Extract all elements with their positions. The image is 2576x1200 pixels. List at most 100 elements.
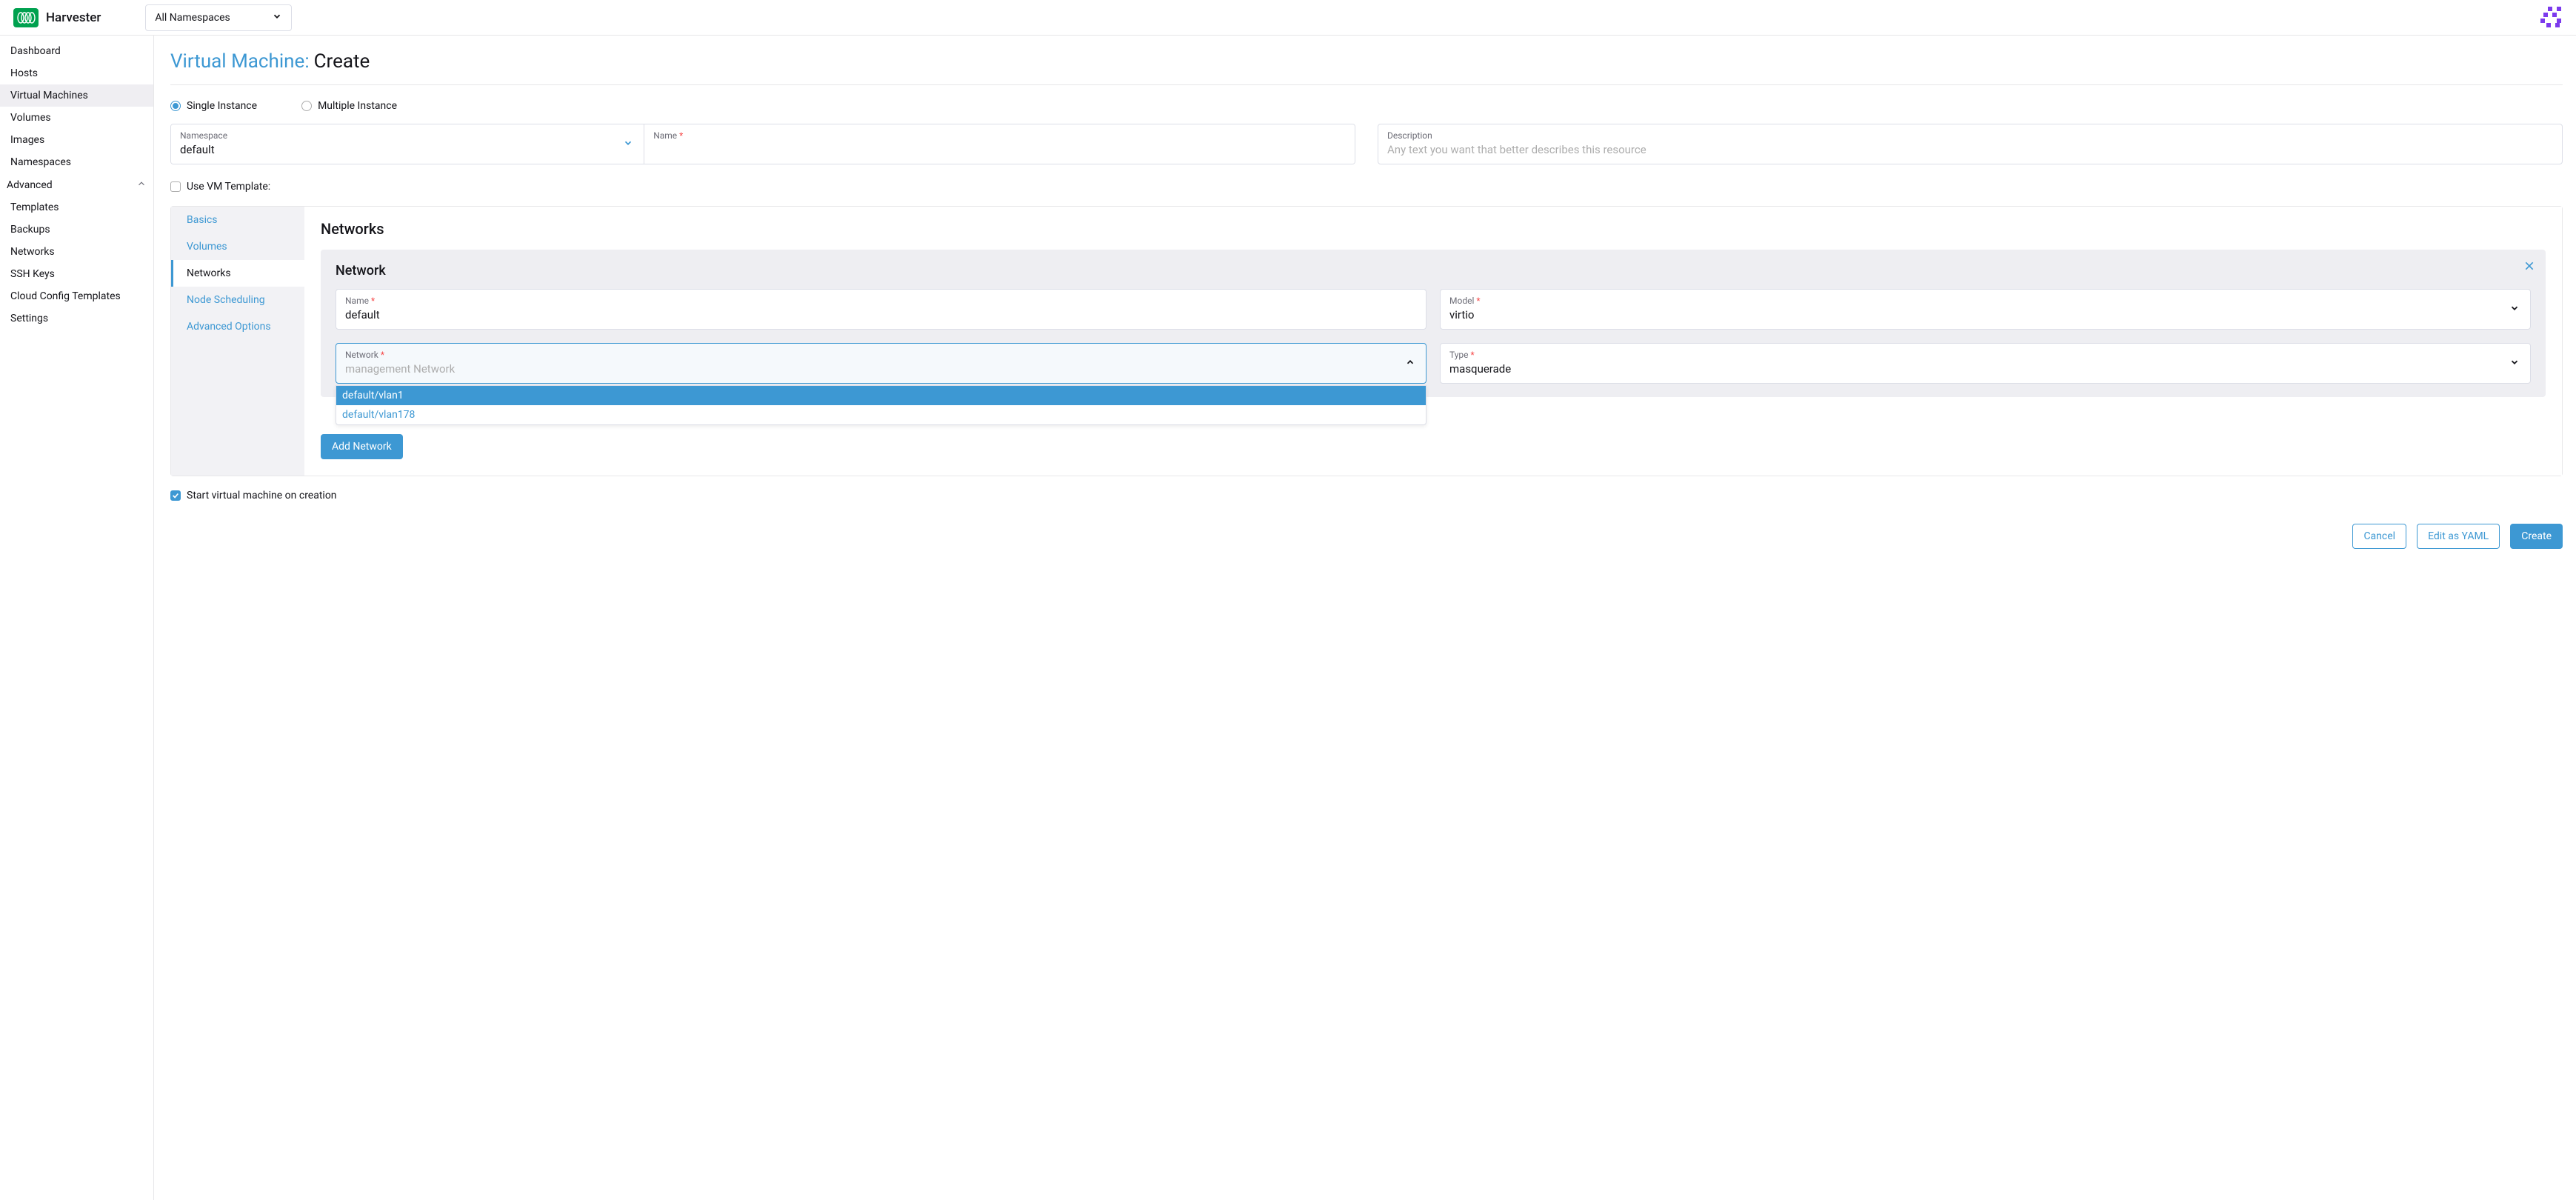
sidebar-item-dashboard[interactable]: Dashboard <box>0 40 153 62</box>
namespace-selector[interactable]: All Namespaces <box>145 4 292 31</box>
tab-content-networks: Networks Network Name * default <box>304 207 2562 476</box>
description-input[interactable]: Description Any text you want that bette… <box>1378 124 2563 164</box>
radio-label: Multiple Instance <box>318 100 397 112</box>
field-label: Name * <box>653 130 1346 141</box>
user-avatar[interactable] <box>2540 7 2563 29</box>
network-type-select[interactable]: Type * masquerade <box>1440 343 2531 384</box>
checkbox-label: Use VM Template: <box>187 181 270 193</box>
network-card: Network Name * default Model * virtio <box>321 250 2546 397</box>
sidebar-item-label: Cloud Config Templates <box>10 290 121 302</box>
field-label: Name * <box>345 296 1417 306</box>
tab-rail: Basics Volumes Networks Node Scheduling … <box>171 207 304 476</box>
network-name-input[interactable]: Name * default <box>336 289 1427 330</box>
field-value <box>653 143 1346 158</box>
sidebar-item-label: SSH Keys <box>10 268 55 280</box>
brand-logo <box>13 8 39 27</box>
button-label: Add Network <box>332 441 392 453</box>
name-input[interactable]: Name * <box>644 124 1355 164</box>
chevron-down-icon <box>272 11 282 24</box>
chevron-down-icon <box>2509 357 2520 370</box>
chevron-down-icon <box>623 138 633 151</box>
topbar: Harvester All Namespaces <box>0 0 2576 36</box>
field-placeholder: management Network <box>345 362 1417 377</box>
field-value: default <box>180 143 635 158</box>
vm-config-tabs: Basics Volumes Networks Node Scheduling … <box>170 206 2563 476</box>
namespace-select[interactable]: Namespace default <box>171 124 644 164</box>
tab-basics[interactable]: Basics <box>171 207 304 233</box>
use-vm-template-checkbox[interactable]: Use VM Template: <box>170 181 2563 193</box>
sidebar-item-label: Namespaces <box>10 156 71 168</box>
option-label: default/vlan178 <box>342 409 415 421</box>
sidebar-item-settings[interactable]: Settings <box>0 307 153 330</box>
dropdown-option[interactable]: default/vlan1 <box>336 386 1426 405</box>
radio-icon <box>301 101 312 111</box>
sidebar-item-label: Virtual Machines <box>10 90 88 101</box>
option-label: default/vlan1 <box>342 390 404 401</box>
sidebar-item-label: Settings <box>10 313 48 324</box>
tab-networks[interactable]: Networks <box>171 260 304 287</box>
instance-mode-radio-group: Single Instance Multiple Instance <box>170 100 2563 112</box>
add-network-button[interactable]: Add Network <box>321 434 403 459</box>
start-vm-on-create-checkbox[interactable]: Start virtual machine on creation <box>170 490 2563 501</box>
cancel-button[interactable]: Cancel <box>2352 524 2406 549</box>
chevron-down-icon <box>2509 303 2520 316</box>
sidebar-item-networks[interactable]: Networks <box>0 241 153 263</box>
field-value: virtio <box>1449 308 2521 323</box>
namespace-selector-label: All Namespaces <box>155 12 230 24</box>
brand-name: Harvester <box>46 10 101 25</box>
field-label: Description <box>1387 130 2553 141</box>
sidebar: Dashboard Hosts Virtual Machines Volumes… <box>0 36 154 1200</box>
field-placeholder: Any text you want that better describes … <box>1387 143 2553 156</box>
field-value: default <box>345 308 1417 323</box>
sidebar-group-advanced[interactable]: Advanced <box>0 173 153 196</box>
sidebar-item-label: Dashboard <box>10 45 61 57</box>
page-title-mode: Create <box>314 50 370 73</box>
sidebar-item-volumes[interactable]: Volumes <box>0 107 153 129</box>
sidebar-item-templates[interactable]: Templates <box>0 196 153 219</box>
button-label: Cancel <box>2363 530 2395 542</box>
field-label: Network * <box>345 350 1417 360</box>
edit-as-yaml-button[interactable]: Edit as YAML <box>2417 524 2500 549</box>
sidebar-item-label: Templates <box>10 201 59 213</box>
checkbox-icon <box>170 490 181 501</box>
section-title: Networks <box>321 220 2546 238</box>
network-network-select[interactable]: Network * management Network <box>336 343 1427 384</box>
sidebar-item-virtual-machines[interactable]: Virtual Machines <box>0 84 153 107</box>
network-model-select[interactable]: Model * virtio <box>1440 289 2531 330</box>
button-label: Create <box>2521 530 2552 542</box>
button-label: Edit as YAML <box>2428 530 2489 542</box>
tab-node-scheduling[interactable]: Node Scheduling <box>171 287 304 313</box>
radio-multiple-instance[interactable]: Multiple Instance <box>301 100 397 112</box>
tab-label: Basics <box>187 214 218 226</box>
tab-label: Networks <box>187 267 231 279</box>
sidebar-item-images[interactable]: Images <box>0 129 153 151</box>
page-title: Virtual Machine: Create <box>170 50 2563 73</box>
field-label: Type * <box>1449 350 2521 360</box>
brand: Harvester <box>13 8 101 27</box>
radio-label: Single Instance <box>187 100 257 112</box>
field-label: Model * <box>1449 296 2521 306</box>
radio-icon <box>170 101 181 111</box>
sidebar-item-label: Networks <box>10 246 55 258</box>
field-label: Namespace <box>180 130 635 141</box>
sidebar-item-hosts[interactable]: Hosts <box>0 62 153 84</box>
dropdown-option[interactable]: default/vlan178 <box>336 405 1426 424</box>
sidebar-group-label: Advanced <box>7 179 53 191</box>
radio-single-instance[interactable]: Single Instance <box>170 100 257 112</box>
sidebar-item-namespaces[interactable]: Namespaces <box>0 151 153 173</box>
checkbox-icon <box>170 181 181 192</box>
close-icon[interactable] <box>2523 260 2535 276</box>
field-value: masquerade <box>1449 362 2521 377</box>
sidebar-item-backups[interactable]: Backups <box>0 219 153 241</box>
tab-volumes[interactable]: Volumes <box>171 233 304 260</box>
create-button[interactable]: Create <box>2510 524 2563 549</box>
footer-actions: Cancel Edit as YAML Create <box>170 524 2563 549</box>
tab-label: Node Scheduling <box>187 294 265 306</box>
separator <box>170 84 2563 85</box>
sidebar-item-label: Volumes <box>10 112 51 124</box>
sidebar-item-cloud-config-templates[interactable]: Cloud Config Templates <box>0 285 153 307</box>
tab-advanced-options[interactable]: Advanced Options <box>171 313 304 340</box>
page-title-type: Virtual Machine: <box>170 50 310 73</box>
sidebar-item-ssh-keys[interactable]: SSH Keys <box>0 263 153 285</box>
sidebar-item-label: Backups <box>10 224 50 236</box>
